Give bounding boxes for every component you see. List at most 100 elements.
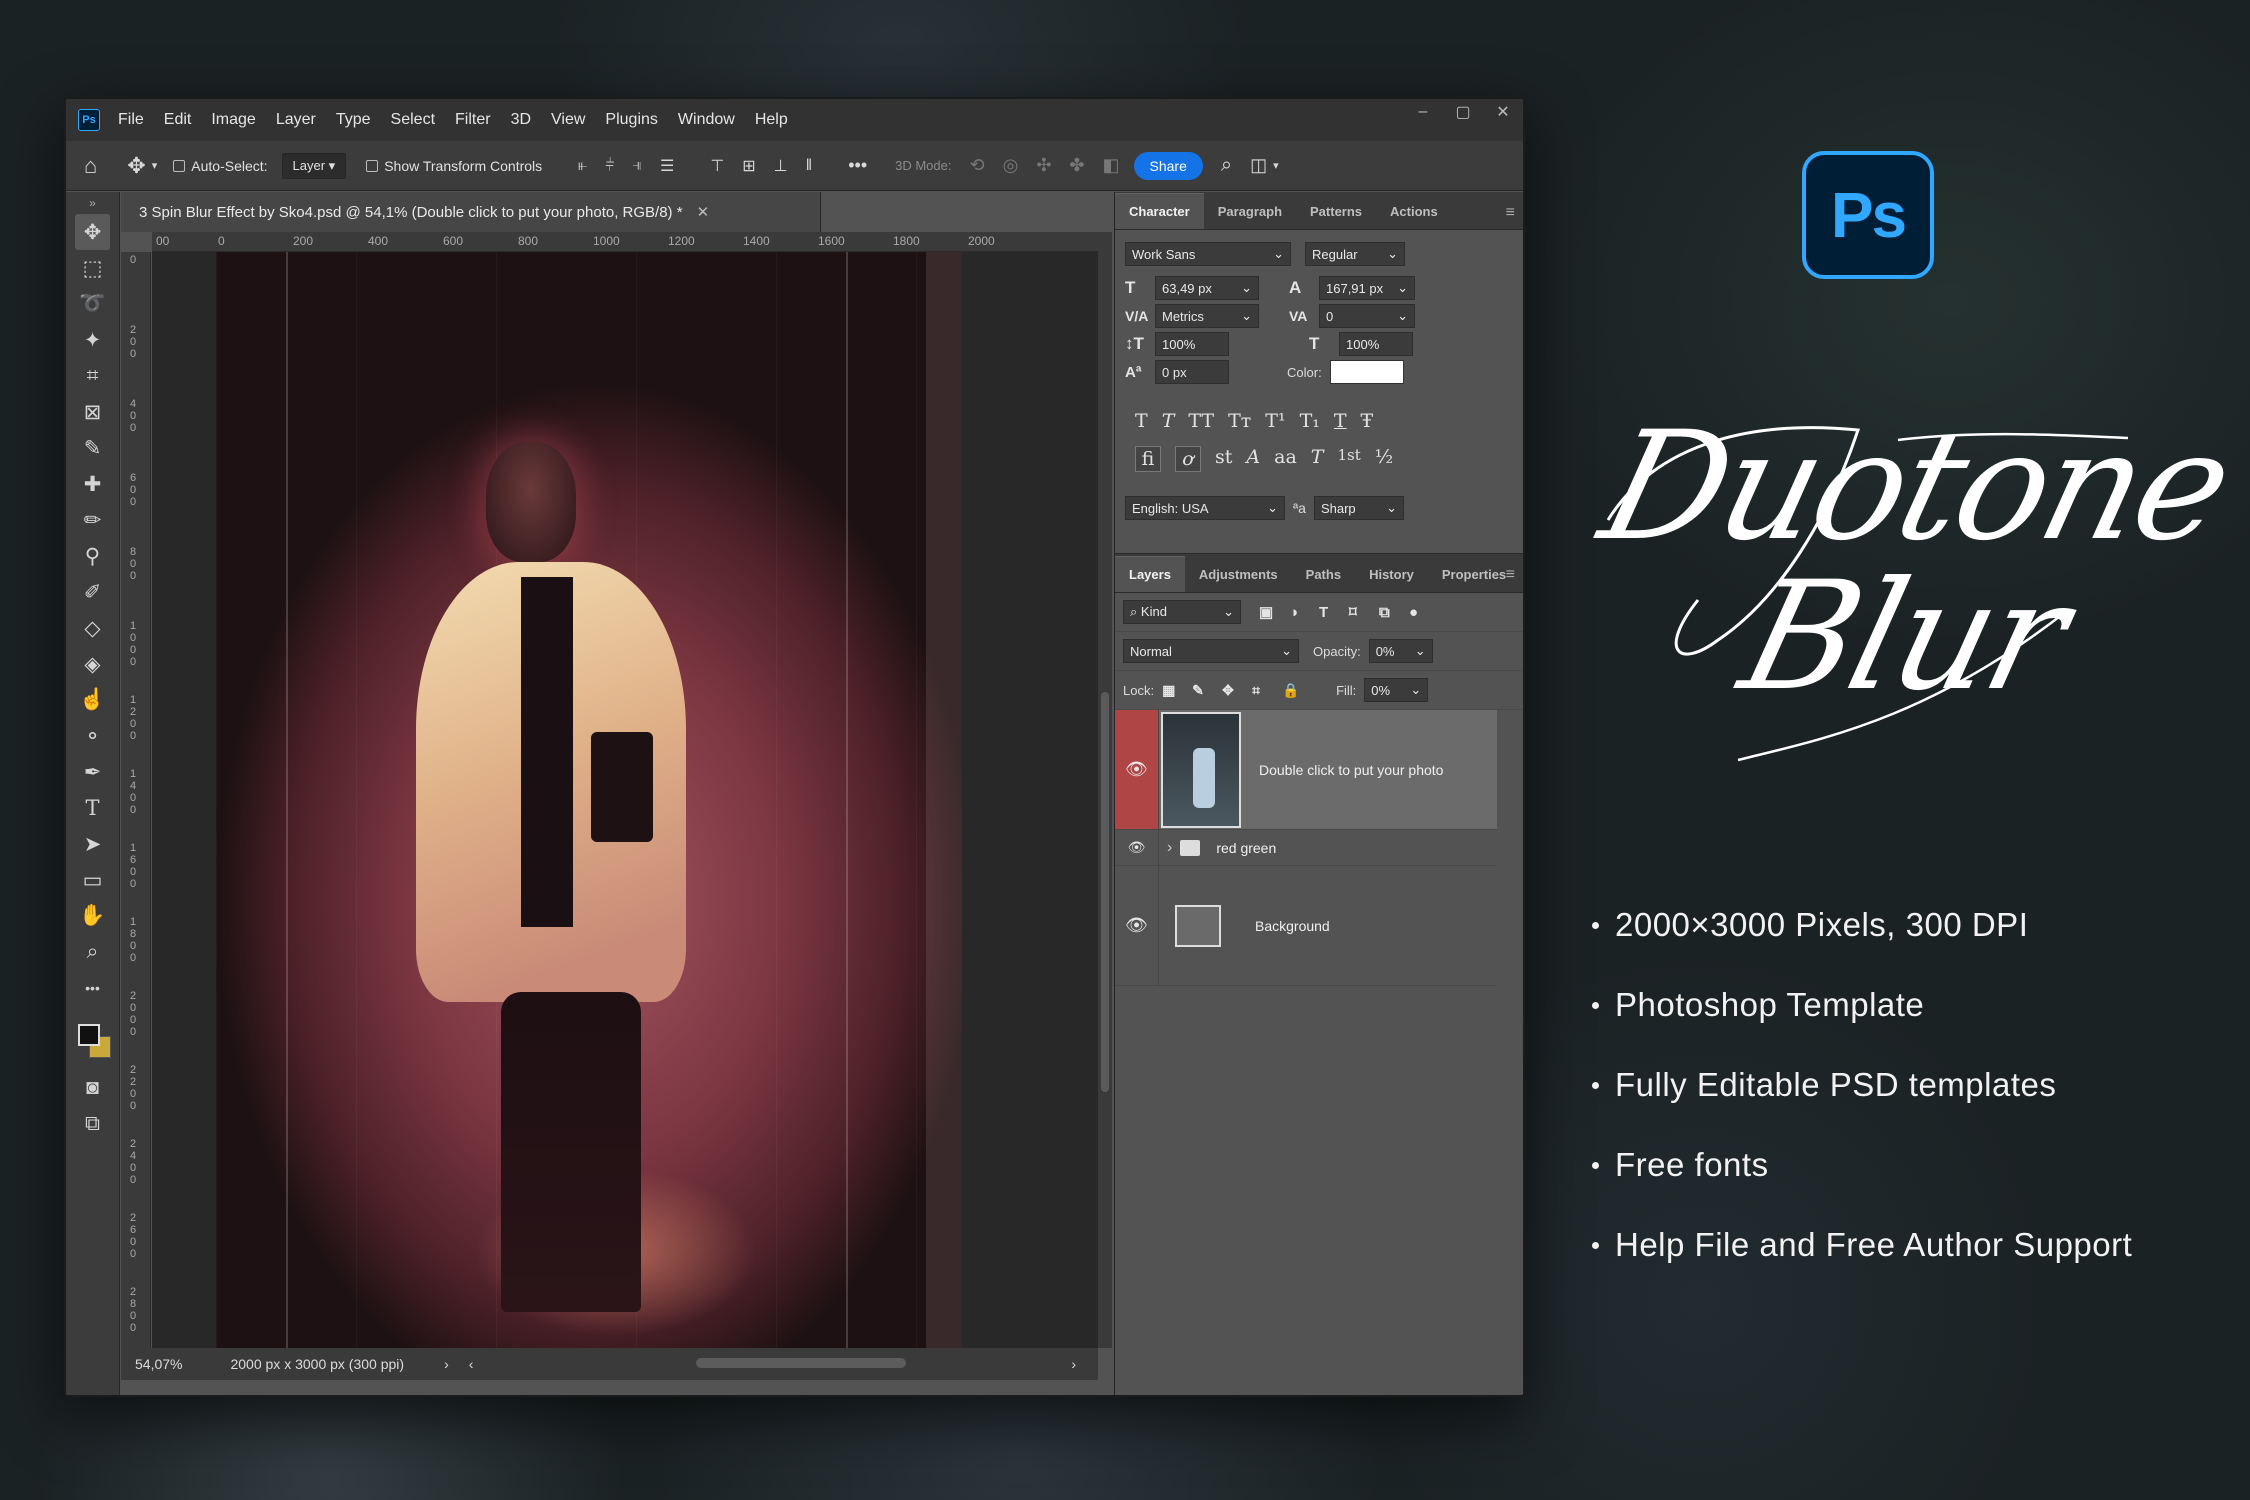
layer-thumbnail[interactable]: [1175, 904, 1221, 947]
align-right-icon[interactable]: ⫣: [632, 157, 642, 175]
menu-file[interactable]: File: [118, 111, 144, 129]
tab-adjustments[interactable]: Adjustments: [1185, 567, 1292, 592]
menu-edit[interactable]: Edit: [164, 111, 192, 129]
lasso-tool-icon[interactable]: ➰: [66, 286, 119, 322]
transform-controls-checkbox[interactable]: Show Transform Controls: [366, 158, 542, 174]
layer-row[interactable]: 👁 Background: [1115, 866, 1497, 986]
visibility-eye-icon[interactable]: 👁: [1115, 830, 1159, 865]
stylistic-alternates-icon[interactable]: aa: [1274, 446, 1297, 472]
fractions-icon[interactable]: ½: [1375, 446, 1393, 472]
zoom-tool-icon[interactable]: ⌕: [66, 934, 119, 970]
tab-character[interactable]: Character: [1115, 193, 1204, 229]
search-icon[interactable]: ⌕: [1221, 154, 1232, 177]
menu-help[interactable]: Help: [755, 111, 788, 129]
document-photo[interactable]: [216, 252, 962, 1348]
filter-smart-object-icon[interactable]: ⧉: [1379, 604, 1409, 621]
smudge-tool-icon[interactable]: ☝: [66, 682, 119, 718]
stamp-tool-icon[interactable]: ⚲: [66, 538, 119, 574]
chevron-down-icon[interactable]: ▾: [152, 159, 158, 172]
menu-view[interactable]: View: [551, 111, 585, 129]
chevron-right-icon[interactable]: ›: [1071, 1356, 1076, 1372]
layer-thumbnail[interactable]: [1161, 711, 1241, 828]
layer-group-row[interactable]: 👁 › red green: [1115, 830, 1497, 866]
distribute-vertical-icon[interactable]: ‖: [806, 157, 813, 175]
menu-filter[interactable]: Filter: [455, 111, 491, 129]
dodge-tool-icon[interactable]: ⚬: [66, 718, 119, 754]
font-family-select[interactable]: Work Sans ⌄: [1125, 242, 1291, 266]
menu-select[interactable]: Select: [391, 111, 435, 129]
horizontal-scale-input[interactable]: 100%: [1339, 332, 1413, 356]
tab-paths[interactable]: Paths: [1292, 567, 1355, 592]
lock-image-icon[interactable]: ✎: [1192, 682, 1222, 699]
antialias-select[interactable]: Sharp ⌄: [1313, 496, 1404, 520]
share-button[interactable]: Share: [1133, 151, 1203, 180]
lock-artboard-icon[interactable]: ⌗: [1252, 682, 1282, 699]
ligatures-icon[interactable]: fi: [1135, 446, 1161, 472]
screen-mode-icon[interactable]: ⧉: [66, 1106, 119, 1142]
history-brush-icon[interactable]: ✐: [66, 574, 119, 610]
underline-icon[interactable]: T: [1334, 410, 1347, 432]
checkbox-box[interactable]: [366, 159, 379, 172]
align-center-icon[interactable]: ⫩: [605, 157, 614, 175]
lock-all-icon[interactable]: 🔒: [1282, 682, 1312, 699]
vertical-scale-input[interactable]: 100%: [1155, 332, 1229, 356]
collapse-icon[interactable]: »: [66, 192, 119, 214]
blend-mode-select[interactable]: Normal ⌄: [1123, 639, 1299, 663]
filter-toggle-icon[interactable]: ●: [1409, 604, 1439, 621]
checkbox-box[interactable]: [173, 159, 186, 172]
layer-name[interactable]: Background: [1255, 918, 1330, 934]
baseline-shift-input[interactable]: 0 px: [1155, 360, 1229, 384]
visibility-eye-icon[interactable]: 👁: [1115, 866, 1159, 985]
font-style-select[interactable]: Regular ⌄: [1305, 242, 1405, 266]
tab-actions[interactable]: Actions: [1376, 204, 1452, 229]
ordinals-icon[interactable]: 1st: [1337, 446, 1360, 472]
text-color-swatch[interactable]: [1329, 360, 1404, 384]
paint-bucket-icon[interactable]: ◈: [66, 646, 119, 682]
all-caps-icon[interactable]: TT: [1188, 410, 1214, 432]
foreground-color[interactable]: [78, 1024, 100, 1046]
menu-plugins[interactable]: Plugins: [605, 111, 657, 129]
small-caps-icon[interactable]: Tт: [1228, 410, 1251, 432]
move-tool-icon[interactable]: ✥: [75, 214, 110, 250]
lock-position-icon[interactable]: ✥: [1222, 682, 1252, 699]
filter-adjustment-icon[interactable]: ◑: [1289, 604, 1319, 621]
chevron-left-icon[interactable]: ‹: [469, 1356, 474, 1372]
move-tool-icon[interactable]: ✥: [127, 153, 145, 179]
align-middle-icon[interactable]: ⊞: [742, 156, 755, 176]
tab-history[interactable]: History: [1355, 567, 1428, 592]
tab-patterns[interactable]: Patterns: [1296, 204, 1376, 229]
chevron-down-icon[interactable]: ▾: [1273, 159, 1279, 172]
menu-type[interactable]: Type: [336, 111, 371, 129]
3d-roll-icon[interactable]: ◎: [1003, 155, 1019, 176]
strikethrough-icon[interactable]: Ŧ: [1361, 410, 1374, 432]
3d-slide-icon[interactable]: ✤: [1069, 155, 1084, 176]
maximize-icon[interactable]: ▢: [1443, 99, 1483, 125]
auto-select-checkbox[interactable]: Auto-Select:: [173, 158, 268, 174]
faux-bold-icon[interactable]: T: [1135, 410, 1148, 432]
layer-row[interactable]: 👁 Double click to put your photo: [1115, 710, 1497, 830]
layer-name[interactable]: Double click to put your photo: [1259, 762, 1443, 778]
frame-tool-icon[interactable]: ⊠: [66, 394, 119, 430]
zoom-level[interactable]: 54,07%: [135, 1356, 182, 1372]
quick-mask-icon[interactable]: ◙: [66, 1070, 119, 1106]
filter-shape-icon[interactable]: ⌑: [1349, 603, 1379, 621]
eyedropper-icon[interactable]: ✎: [66, 430, 119, 466]
menu-layer[interactable]: Layer: [276, 111, 316, 129]
fill-input[interactable]: 0% ⌄: [1364, 678, 1429, 702]
distribute-icon[interactable]: ☰: [660, 156, 674, 176]
menu-window[interactable]: Window: [678, 111, 735, 129]
close-icon[interactable]: ✕: [1483, 99, 1523, 125]
eraser-icon[interactable]: ◇: [66, 610, 119, 646]
home-icon[interactable]: ⌂: [84, 153, 97, 179]
titling-alternates-icon[interactable]: T: [1311, 446, 1324, 472]
hand-tool-icon[interactable]: ✋: [66, 898, 119, 934]
menu-3d[interactable]: 3D: [511, 111, 531, 129]
color-swatches[interactable]: [66, 1014, 119, 1070]
language-select[interactable]: English: USA ⌄: [1125, 496, 1285, 520]
filter-pixel-icon[interactable]: ▣: [1259, 603, 1289, 621]
opacity-input[interactable]: 0% ⌄: [1368, 639, 1433, 663]
workspace-icon[interactable]: ◫: [1250, 155, 1267, 176]
minimize-icon[interactable]: –: [1403, 99, 1443, 125]
subscript-icon[interactable]: T₁: [1300, 410, 1320, 432]
tab-layers[interactable]: Layers: [1115, 556, 1185, 592]
